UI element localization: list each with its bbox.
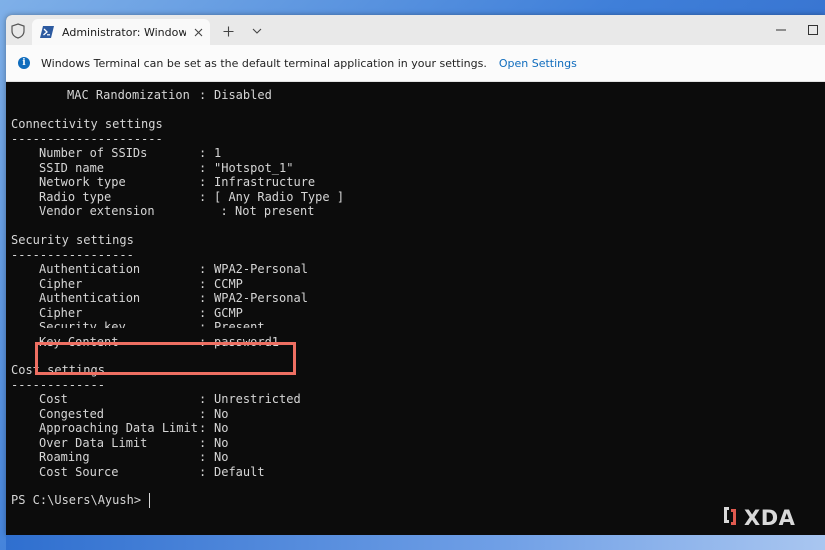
property-value: Present bbox=[214, 320, 265, 328]
property-value: Unrestricted bbox=[214, 392, 301, 406]
property-value: WPA2-Personal bbox=[214, 291, 308, 305]
property-value: 1 bbox=[214, 146, 222, 160]
property-label: Radio type bbox=[39, 189, 112, 204]
property-label: Security key bbox=[39, 320, 126, 328]
key-content-highlight bbox=[35, 342, 296, 375]
terminal-window: Administrator: Windows Powe i Windows Te… bbox=[6, 15, 825, 535]
property-separator: : bbox=[199, 291, 207, 305]
property-value: No bbox=[214, 421, 229, 435]
property-label: Over Data Limit bbox=[39, 435, 148, 450]
property-separator: : bbox=[199, 305, 207, 320]
chevron-down-icon[interactable] bbox=[250, 24, 264, 38]
shield-icon[interactable] bbox=[8, 21, 28, 41]
property-label: Congested bbox=[39, 406, 105, 421]
property-separator: : bbox=[199, 406, 207, 421]
property-label: Approaching Data Limit bbox=[39, 421, 198, 435]
property-label: Authentication bbox=[39, 262, 141, 276]
close-icon[interactable] bbox=[190, 24, 206, 40]
property-separator: : bbox=[199, 262, 207, 276]
title-bar: Administrator: Windows Powe bbox=[6, 15, 825, 45]
property-separator: : bbox=[199, 450, 207, 464]
property-label: Vendor extension bbox=[39, 204, 155, 218]
default-terminal-infobar: i Windows Terminal can be set as the def… bbox=[6, 45, 825, 82]
plus-icon[interactable] bbox=[220, 23, 236, 39]
xda-watermark: XDA bbox=[720, 505, 806, 531]
infobar-message: Windows Terminal can be set as the defau… bbox=[41, 56, 487, 70]
property-separator: : bbox=[199, 435, 207, 450]
property-value: WPA2-Personal bbox=[214, 262, 308, 276]
property-separator: : bbox=[206, 204, 228, 218]
info-icon: i bbox=[18, 57, 30, 69]
property-label: Number of SSIDs bbox=[39, 146, 148, 160]
property-label: SSID name bbox=[39, 160, 105, 175]
console-output[interactable]: MAC Randomization : Disabled Connectivit… bbox=[11, 85, 816, 525]
property-label: Cipher bbox=[39, 276, 83, 291]
property-label: Cost Source bbox=[39, 464, 119, 479]
property-value: Default bbox=[214, 464, 265, 479]
property-separator: : bbox=[199, 421, 207, 435]
property-label: Network type bbox=[39, 175, 126, 189]
shell-prompt[interactable]: PS C:\Users\Ayush> bbox=[11, 493, 148, 508]
property-value: GCMP bbox=[214, 305, 243, 320]
property-label: Roaming bbox=[39, 450, 90, 464]
property-separator: : bbox=[199, 464, 207, 479]
section-underline: --------------------- bbox=[11, 131, 163, 146]
maximize-icon[interactable] bbox=[806, 23, 820, 37]
property-separator: : bbox=[199, 160, 207, 175]
property-label: Cipher bbox=[39, 305, 83, 320]
property-value: [ Any Radio Type ] bbox=[214, 189, 345, 204]
watermark-text: XDA bbox=[744, 506, 796, 530]
property-separator: : bbox=[199, 175, 207, 189]
property-value: Disabled bbox=[214, 88, 272, 102]
section-heading: Security settings bbox=[11, 233, 134, 247]
property-value: No bbox=[214, 450, 229, 464]
property-label: Cost bbox=[39, 392, 68, 406]
section-underline: ----------------- bbox=[11, 247, 134, 262]
property-value: Infrastructure bbox=[214, 175, 316, 189]
property-separator: : bbox=[199, 392, 207, 406]
property-value: "Hotspot_1" bbox=[214, 160, 294, 175]
powershell-icon bbox=[40, 25, 54, 39]
section-underline: ------------- bbox=[11, 377, 105, 392]
section-heading: Connectivity settings bbox=[11, 117, 163, 131]
xda-logo-icon bbox=[720, 505, 740, 531]
property-separator: : bbox=[199, 146, 207, 160]
property-label: MAC Randomization bbox=[67, 88, 190, 102]
tab-administrator-powershell[interactable]: Administrator: Windows Powe bbox=[32, 19, 210, 45]
property-value: No bbox=[214, 406, 229, 421]
property-separator: : bbox=[199, 320, 207, 328]
minimize-icon[interactable] bbox=[774, 23, 788, 37]
desktop-wallpaper bbox=[6, 535, 825, 550]
property-value: Not present bbox=[235, 204, 315, 218]
property-value: CCMP bbox=[214, 276, 243, 291]
open-settings-link[interactable]: Open Settings bbox=[499, 57, 577, 70]
property-label: Authentication bbox=[39, 291, 141, 305]
property-separator: : bbox=[199, 88, 207, 102]
text-cursor bbox=[149, 493, 150, 508]
property-value: No bbox=[214, 435, 229, 450]
property-separator: : bbox=[199, 276, 207, 291]
property-separator: : bbox=[199, 189, 207, 204]
tab-title: Administrator: Windows Powe bbox=[62, 25, 186, 39]
